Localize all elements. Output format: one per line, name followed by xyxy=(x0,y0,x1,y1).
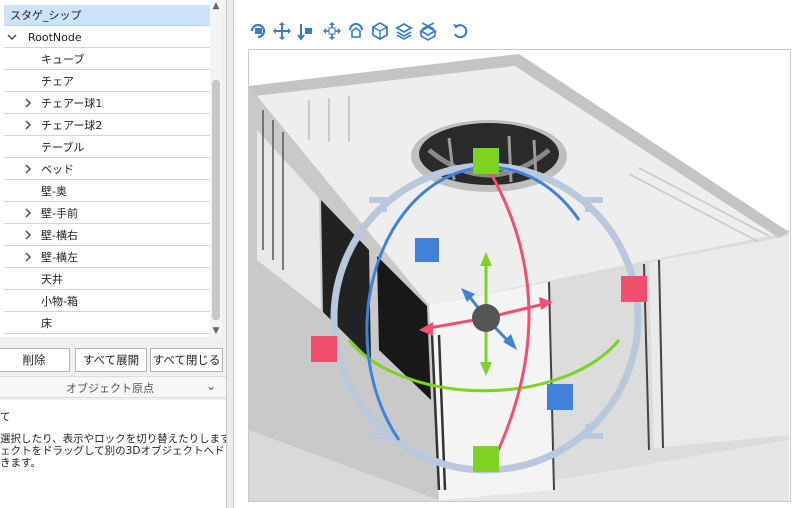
tree-item-label: 壁-横左 xyxy=(41,251,78,264)
gizmo-handle-z-back[interactable] xyxy=(415,238,439,262)
gizmo-handle-z-front[interactable] xyxy=(547,384,573,410)
3d-viewport[interactable] xyxy=(248,49,791,502)
chevron-right-icon[interactable] xyxy=(22,159,32,180)
gizmo-handle-x-right[interactable] xyxy=(621,276,647,302)
gizmo-handle-y-top[interactable] xyxy=(473,148,499,174)
tree-item[interactable]: 床 xyxy=(0,313,210,334)
tree-item-label: テーブル xyxy=(41,141,85,154)
camera-dolly-icon[interactable] xyxy=(294,21,314,41)
tree-item-label: 壁-奥 xyxy=(41,185,67,198)
tree-item[interactable]: RootNode xyxy=(0,27,210,48)
object-rotate-3d-icon[interactable] xyxy=(370,21,390,41)
tree-item-label: 壁-手前 xyxy=(41,207,78,220)
tree-item-label: チェアー球1 xyxy=(41,97,103,110)
tree-item[interactable]: テーブル xyxy=(0,137,210,158)
chevron-right-icon[interactable] xyxy=(22,225,32,246)
object-origin-dropdown[interactable]: オブジェクト原点 ⌄ xyxy=(0,376,226,398)
tree-item[interactable]: 天井 xyxy=(0,269,210,290)
gizmo-handle-x-left[interactable] xyxy=(311,336,337,362)
tree-item-label: チェアー球2 xyxy=(41,119,103,132)
tree-item-label: キューブ xyxy=(41,53,85,66)
tree-item-label: RootNode xyxy=(28,31,82,44)
chevron-right-icon[interactable] xyxy=(22,93,32,114)
tree-item-label: ベッド xyxy=(41,163,74,176)
tree-item[interactable]: チェアー球2 xyxy=(0,115,210,136)
camera-rotate-icon[interactable] xyxy=(248,21,268,41)
object-list-panel: スタゲ_シップ RootNode キューブチェアチェアー球1 チェアー球2 テーブルベッ… xyxy=(0,0,266,508)
tree-item[interactable]: 壁-横左 xyxy=(0,247,210,268)
tree-item-label: チェア xyxy=(41,75,74,88)
tree-scrollbar[interactable]: ▲ ▼ xyxy=(210,0,222,337)
object-rotate-icon[interactable] xyxy=(346,21,366,41)
object-scale-icon[interactable] xyxy=(394,21,414,41)
panel-splitter[interactable] xyxy=(226,0,234,508)
tree-item[interactable]: チェアー球1 xyxy=(0,93,210,114)
tree-item[interactable]: 壁-横右 xyxy=(0,225,210,246)
object-flip-icon[interactable] xyxy=(418,21,438,41)
scroll-thumb[interactable] xyxy=(212,80,220,320)
scroll-up-icon[interactable]: ▲ xyxy=(210,0,222,12)
tree-item[interactable]: チェア xyxy=(0,71,210,92)
object-move-icon[interactable] xyxy=(322,21,342,41)
tree-gutter xyxy=(0,0,4,337)
delete-button[interactable]: 削除 xyxy=(0,348,70,372)
tree-item[interactable]: ベッド xyxy=(0,159,210,180)
expand-all-button[interactable]: すべて展開 xyxy=(75,348,147,372)
chevron-down-icon[interactable] xyxy=(6,27,17,48)
object-tree: スタゲ_シップ RootNode キューブチェアチェアー球1 チェアー球2 テーブルベッ… xyxy=(0,0,210,337)
tree-item-label: スタゲ_シップ xyxy=(10,9,82,22)
tree-item[interactable]: スタゲ_シップ xyxy=(0,5,210,26)
model-front-panel xyxy=(649,236,789,448)
viewport-panel xyxy=(234,0,797,508)
tree-item-label: 床 xyxy=(41,317,52,330)
help-line: きます。 xyxy=(0,457,41,469)
chevron-right-icon[interactable] xyxy=(22,247,32,268)
help-line: て xyxy=(0,411,11,423)
camera-pan-icon[interactable] xyxy=(272,21,292,41)
tree-item[interactable]: 壁-手前 xyxy=(0,203,210,224)
chevron-right-icon[interactable] xyxy=(22,115,32,136)
chevron-right-icon[interactable] xyxy=(22,203,32,224)
scroll-down-icon[interactable]: ▼ xyxy=(210,325,222,337)
gizmo-center[interactable] xyxy=(472,304,500,332)
tree-item-label: 小物-箱 xyxy=(41,295,78,308)
chevron-down-icon: ⌄ xyxy=(206,379,217,393)
tree-item-label: 天井 xyxy=(41,273,63,286)
3d-scene xyxy=(249,54,789,501)
tree-item[interactable]: 壁-奥 xyxy=(0,181,210,202)
gizmo-handle-y-bottom[interactable] xyxy=(473,446,499,472)
help-text: て 選択したり、表示やロックを切り替えたりします。 ェクトをドラッグして別の3D… xyxy=(0,400,266,508)
dropdown-label: オブジェクト原点 xyxy=(66,382,154,395)
collapse-all-button[interactable]: すべて閉じる xyxy=(150,348,223,372)
tree-item[interactable]: 小物-箱 xyxy=(0,291,210,312)
reset-icon[interactable] xyxy=(450,21,470,41)
tree-item[interactable]: キューブ xyxy=(0,49,210,70)
tree-item-label: 壁-横右 xyxy=(41,229,78,242)
